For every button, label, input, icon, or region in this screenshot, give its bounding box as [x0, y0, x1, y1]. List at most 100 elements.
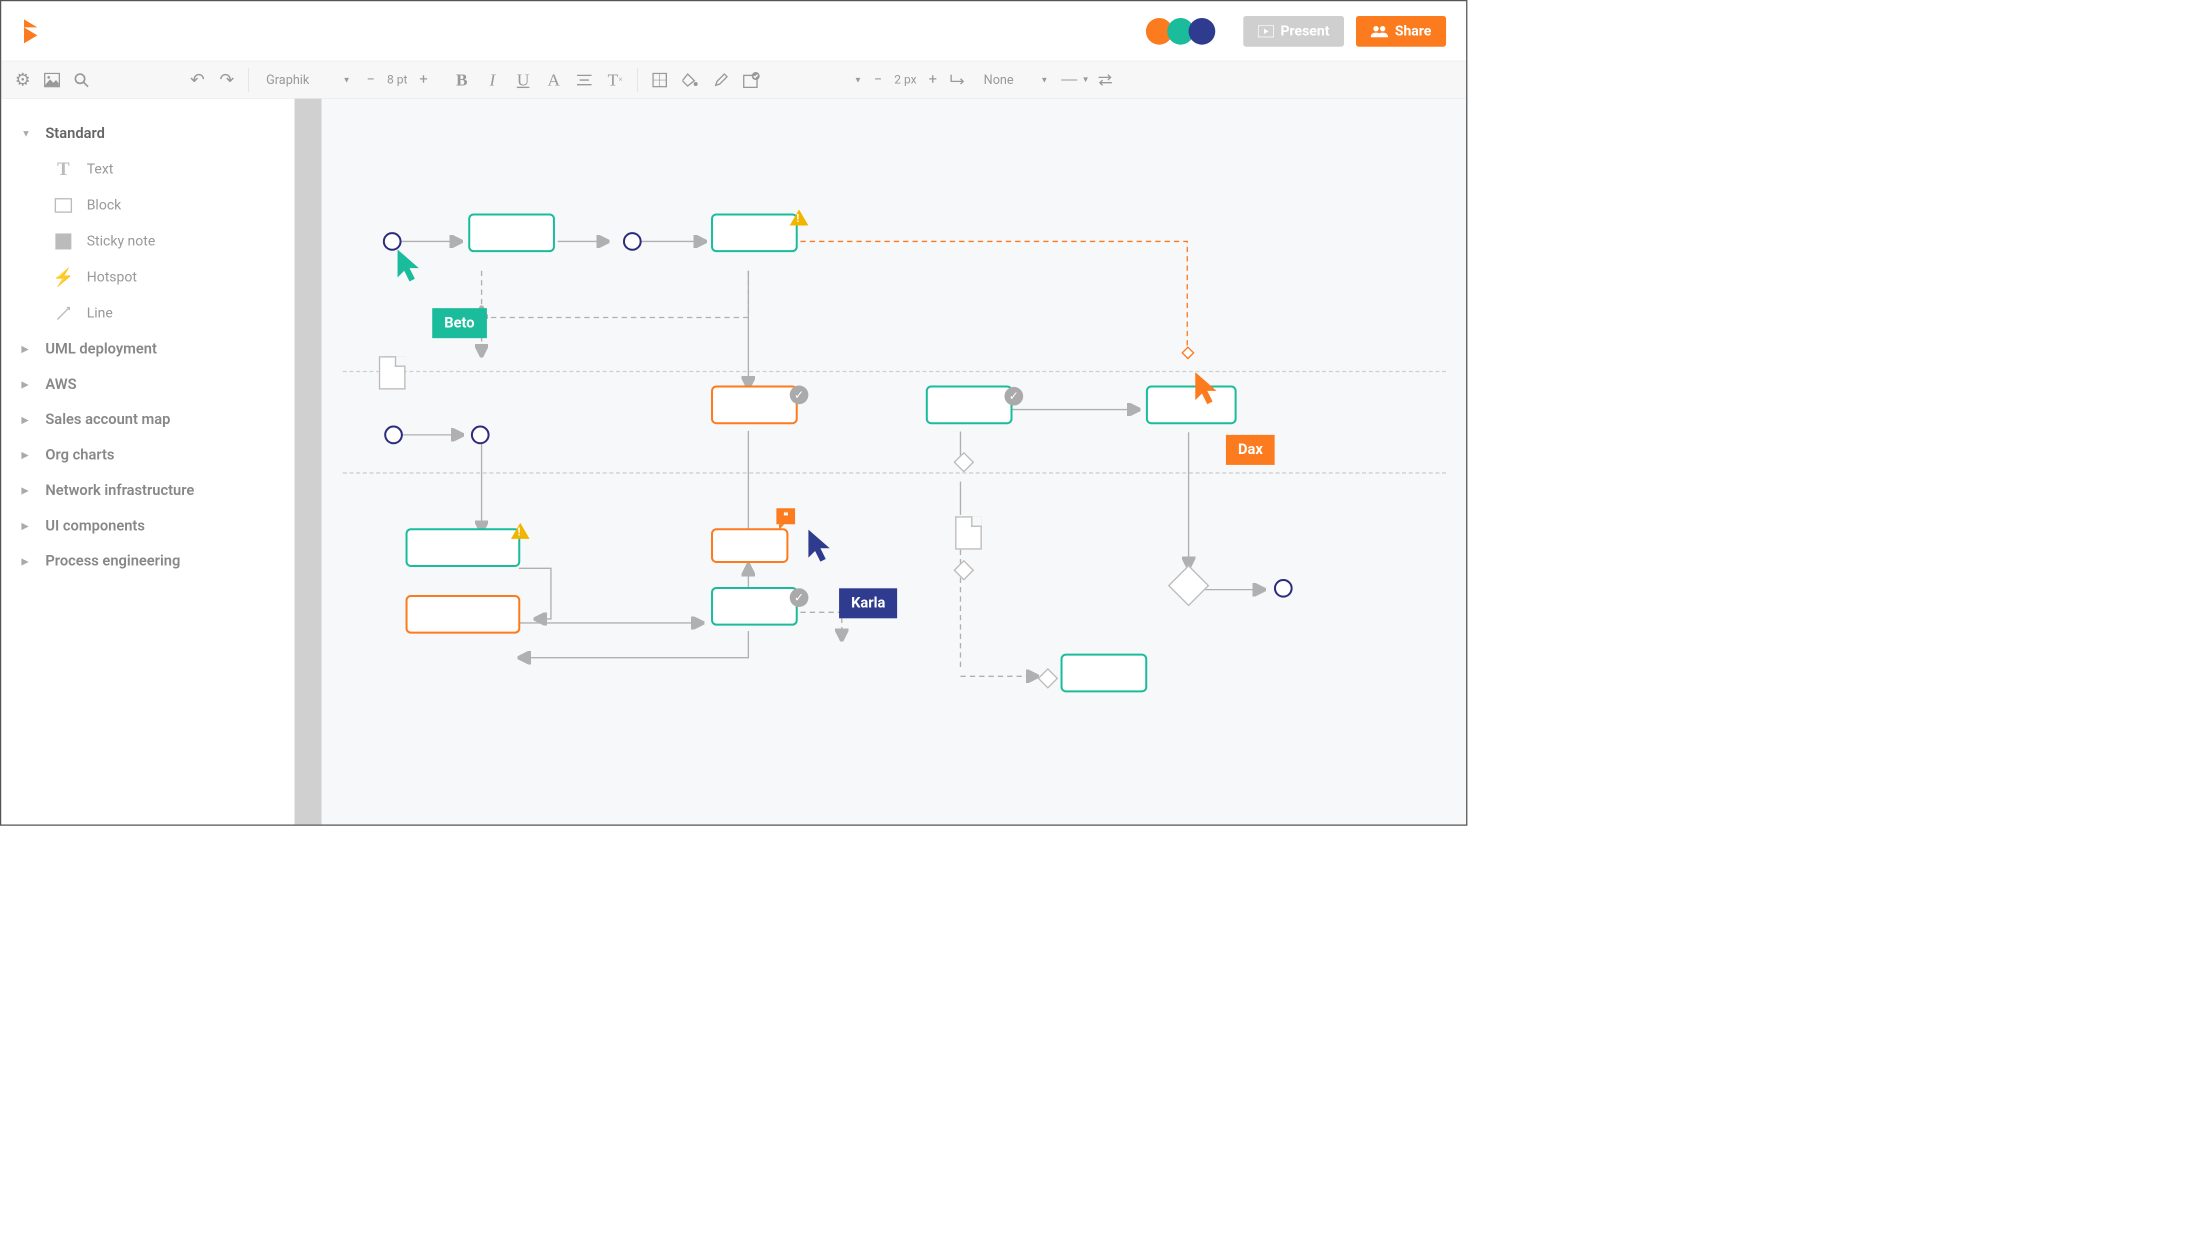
event-node[interactable]: [471, 426, 490, 445]
flow-node[interactable]: [711, 587, 798, 626]
category-sales[interactable]: ▶Sales account map: [15, 402, 281, 437]
comment-flag[interactable]: ❝: [776, 508, 795, 524]
font-size-value[interactable]: 8 pt: [380, 73, 414, 87]
document-node[interactable]: [955, 516, 982, 549]
line-end-select[interactable]: None▼: [973, 72, 1059, 87]
cursor-icon: [807, 528, 832, 564]
validate-icon[interactable]: [737, 64, 768, 95]
category-ui[interactable]: ▶UI components: [15, 508, 281, 543]
pencil-icon[interactable]: [706, 64, 737, 95]
toolbar: ⚙ ↶ ↷ Graphik▼ − 8 pt + B I U A T×: [1, 61, 1466, 98]
shape-block[interactable]: Block: [15, 187, 281, 223]
warning-badge: [790, 208, 809, 227]
image-icon[interactable]: [37, 65, 66, 94]
collaborator-label: Dax: [1226, 435, 1275, 465]
present-button[interactable]: Present: [1243, 16, 1344, 47]
bold-button[interactable]: B: [446, 64, 477, 95]
line-start-style[interactable]: ▼: [1059, 64, 1090, 95]
shape-text[interactable]: T Text: [15, 151, 281, 187]
font-size-dec[interactable]: −: [361, 71, 380, 88]
clear-format-button[interactable]: T×: [600, 64, 631, 95]
play-icon: [1258, 25, 1274, 37]
search-icon[interactable]: [67, 65, 96, 94]
font-family-select[interactable]: Graphik▼: [255, 72, 361, 87]
app-logo: [21, 19, 40, 43]
cursor-icon: [1194, 371, 1219, 407]
gateway-node[interactable]: [1037, 668, 1058, 689]
canvas[interactable]: ✓ ❝ ✓ ✓ Beto: [295, 99, 1466, 825]
collaborator-label: Beto: [432, 308, 486, 338]
text-icon: T: [53, 159, 73, 179]
avatar[interactable]: [1188, 18, 1215, 45]
italic-button[interactable]: I: [477, 64, 508, 95]
warning-badge: [511, 522, 530, 541]
hotspot-icon: ⚡: [53, 267, 73, 287]
gateway-node[interactable]: [1168, 565, 1210, 607]
settings-icon[interactable]: ⚙: [8, 65, 37, 94]
share-label: Share: [1395, 23, 1432, 39]
sticky-icon: [53, 231, 73, 251]
undo-icon[interactable]: ↶: [183, 65, 212, 94]
flow-node[interactable]: [926, 386, 1013, 425]
presence-avatars[interactable]: [1151, 18, 1215, 45]
align-button[interactable]: [569, 64, 600, 95]
present-label: Present: [1281, 23, 1330, 39]
gateway-node[interactable]: [953, 560, 974, 581]
gateway-node[interactable]: [953, 452, 974, 473]
end-node[interactable]: [1274, 579, 1293, 598]
font-color-button[interactable]: A: [538, 64, 569, 95]
cursor-icon: [396, 248, 421, 284]
category-uml[interactable]: ▶UML deployment: [15, 331, 281, 366]
shape-sticky[interactable]: Sticky note: [15, 223, 281, 259]
swimlane-divider: [343, 371, 1446, 372]
underline-button[interactable]: U: [508, 64, 539, 95]
flow-node[interactable]: [711, 386, 798, 425]
flow-node[interactable]: [1061, 654, 1148, 693]
swap-ends-icon[interactable]: [1090, 64, 1121, 95]
flow-node[interactable]: [711, 528, 788, 563]
shape-hotspot[interactable]: ⚡ Hotspot: [15, 259, 281, 295]
check-badge: ✓: [790, 386, 809, 405]
flow-node[interactable]: [468, 213, 555, 252]
category-org[interactable]: ▶Org charts: [15, 438, 281, 473]
fill-button[interactable]: [675, 64, 706, 95]
chevron-right-icon: ▶: [21, 344, 34, 355]
people-icon: [1371, 25, 1388, 37]
check-badge: ✓: [790, 588, 809, 607]
chevron-right-icon: ▶: [21, 415, 34, 426]
path-marker: [1181, 346, 1194, 359]
flow-node[interactable]: [711, 213, 798, 252]
stroke-width-value[interactable]: 2 px: [888, 73, 924, 87]
line-routing-icon[interactable]: [942, 64, 973, 95]
chevron-right-icon: ▶: [21, 521, 34, 532]
chevron-right-icon: ▶: [21, 485, 34, 496]
stroke-dec[interactable]: −: [869, 71, 888, 88]
collaborator-label: Karla: [839, 588, 897, 618]
swimlane-divider: [343, 472, 1446, 473]
chevron-down-icon: ▼: [21, 128, 34, 139]
font-size-inc[interactable]: +: [414, 71, 433, 88]
header: Present Share: [1, 1, 1466, 61]
line-icon: [53, 303, 73, 323]
redo-icon[interactable]: ↷: [212, 65, 241, 94]
connectors: [295, 99, 1466, 825]
flow-node[interactable]: [1146, 386, 1237, 425]
check-badge: ✓: [1005, 387, 1024, 406]
shape-sidebar: ▼ Standard T Text Block Sticky note ⚡ Ho…: [1, 99, 294, 825]
border-button[interactable]: [645, 64, 676, 95]
share-button[interactable]: Share: [1356, 16, 1446, 47]
category-aws[interactable]: ▶AWS: [15, 367, 281, 402]
document-node[interactable]: [379, 356, 406, 389]
flow-node[interactable]: [406, 595, 521, 634]
flow-node[interactable]: [406, 528, 521, 567]
category-standard[interactable]: ▼ Standard: [15, 116, 281, 151]
category-network[interactable]: ▶Network infrastructure: [15, 473, 281, 508]
stroke-inc[interactable]: +: [923, 71, 942, 88]
block-icon: [53, 195, 73, 215]
event-node[interactable]: [623, 232, 642, 251]
category-process[interactable]: ▶Process engineering: [15, 544, 281, 579]
event-node[interactable]: [384, 426, 403, 445]
shape-style-dropdown[interactable]: ▼: [847, 75, 868, 84]
chevron-right-icon: ▶: [21, 379, 34, 390]
shape-line[interactable]: Line: [15, 295, 281, 331]
